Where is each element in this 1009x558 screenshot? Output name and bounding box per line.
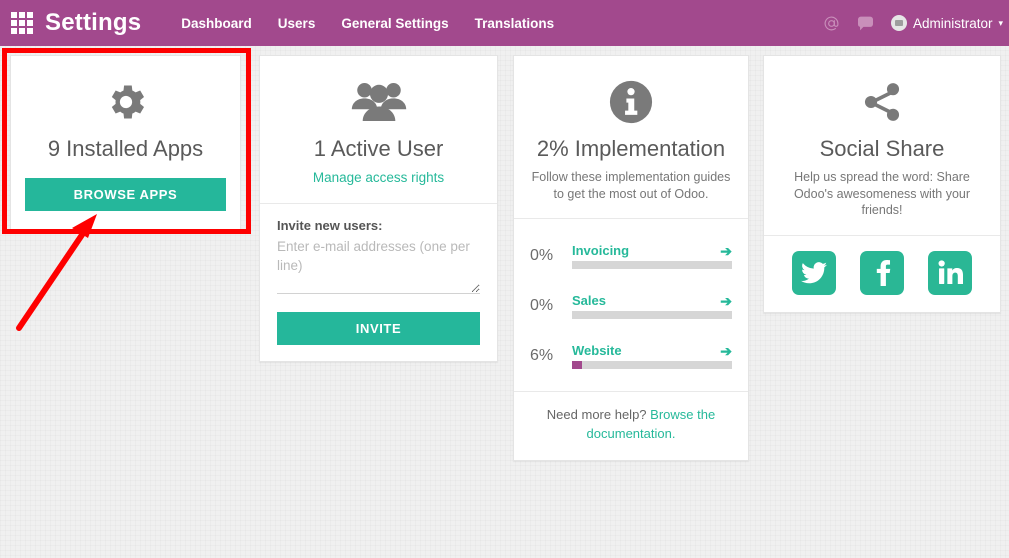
- installed-apps-card: 9 Installed Apps BROWSE APPS: [10, 55, 241, 231]
- implementation-progress-list: 0% Invoicing ➔ 0% Sales ➔ 6% Website ➔: [514, 219, 748, 391]
- main-menu: Dashboard Users General Settings Transla…: [181, 16, 554, 31]
- installed-apps-title: 9 Installed Apps: [47, 136, 204, 161]
- share-nodes-icon: [778, 72, 986, 132]
- chat-bubble-icon[interactable]: [857, 16, 874, 31]
- social-share-subtitle: Help us spread the word: Share Odoo's aw…: [793, 170, 971, 218]
- invite-emails-input[interactable]: [277, 238, 480, 295]
- twitter-icon[interactable]: [792, 250, 836, 295]
- settings-dashboard-page: Settings Dashboard Users General Setting…: [0, 0, 1009, 558]
- browse-apps-button[interactable]: BROWSE APPS: [25, 178, 226, 212]
- help-section: Need more help? Browse the documentation…: [514, 392, 748, 460]
- invite-users-section: Invite new users: INVITE: [260, 204, 497, 361]
- installed-apps-body: 9 Installed Apps: [11, 56, 240, 178]
- help-prefix-text: Need more help?: [546, 407, 647, 423]
- menu-item-users[interactable]: Users: [278, 16, 316, 31]
- at-sign-icon[interactable]: [823, 15, 840, 32]
- avatar: [890, 15, 907, 31]
- progress-row: 6% Website ➔: [530, 331, 732, 381]
- user-name-label: Administrator: [912, 15, 993, 31]
- progress-link-sales[interactable]: Sales: [572, 293, 606, 308]
- active-users-title: 1 Active User: [313, 136, 444, 161]
- invite-button[interactable]: INVITE: [277, 312, 480, 346]
- app-brand-title: Settings: [45, 9, 142, 36]
- progress-track: [572, 261, 732, 270]
- manage-access-rights-link[interactable]: Manage access rights: [313, 170, 444, 185]
- top-navbar: Settings Dashboard Users General Setting…: [0, 0, 1009, 46]
- arrow-right-icon[interactable]: ➔: [720, 244, 732, 258]
- menu-item-general-settings[interactable]: General Settings: [341, 16, 448, 31]
- user-menu[interactable]: Administrator ▾: [890, 15, 1003, 31]
- implementation-subtitle: Follow these implementation guides to ge…: [531, 170, 731, 201]
- social-buttons: [764, 236, 1000, 312]
- active-users-card: 1 Active User Manage access rights Invit…: [259, 55, 498, 363]
- progress-link-invoicing[interactable]: Invoicing: [572, 243, 629, 258]
- menu-item-translations[interactable]: Translations: [475, 16, 555, 31]
- progress-track: [572, 361, 732, 370]
- progress-row: 0% Invoicing ➔: [530, 231, 732, 281]
- progress-track: [572, 311, 732, 320]
- users-group-icon: [274, 72, 483, 132]
- social-share-body: Social Share Help us spread the word: Sh…: [764, 56, 1000, 235]
- menu-item-dashboard[interactable]: Dashboard: [181, 16, 252, 31]
- linkedin-icon[interactable]: [928, 250, 972, 295]
- progress-link-website[interactable]: Website: [572, 343, 622, 358]
- apps-grid-icon[interactable]: [11, 12, 33, 34]
- progress-row: 0% Sales ➔: [530, 281, 732, 331]
- progress-percent-label: 0%: [530, 297, 554, 315]
- chevron-down-icon: ▾: [998, 17, 1003, 28]
- navbar-right-tools: Administrator ▾: [823, 0, 1003, 46]
- implementation-card: 2% Implementation Follow these implement…: [513, 55, 749, 462]
- implementation-title: 2% Implementation: [536, 136, 726, 161]
- social-share-title: Social Share: [819, 136, 945, 161]
- social-share-card: Social Share Help us spread the word: Sh…: [763, 55, 1001, 313]
- gear-icon: [25, 72, 226, 132]
- arrow-right-icon[interactable]: ➔: [720, 294, 732, 308]
- implementation-body: 2% Implementation Follow these implement…: [514, 56, 748, 218]
- progress-percent-label: 0%: [530, 247, 554, 265]
- invite-users-label: Invite new users:: [277, 218, 383, 234]
- info-circle-icon: [528, 72, 734, 132]
- progress-percent-label: 6%: [530, 347, 554, 365]
- active-users-body: 1 Active User Manage access rights: [260, 56, 497, 203]
- facebook-icon[interactable]: [860, 250, 904, 295]
- arrow-right-icon[interactable]: ➔: [720, 344, 732, 358]
- progress-fill: [572, 361, 582, 370]
